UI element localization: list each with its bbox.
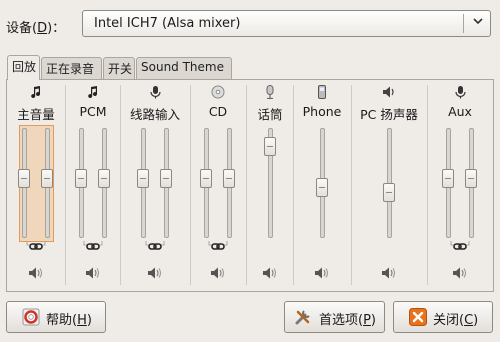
channel-label: CD (208, 104, 228, 119)
mute-speaker-icon[interactable] (147, 266, 163, 280)
volume-slider-thumb[interactable] (200, 168, 212, 188)
tab-switches[interactable]: 开关 (103, 57, 135, 79)
channel-label: 话筒 (257, 107, 283, 122)
channel-strip: 线路输入 (120, 80, 190, 291)
volume-slider-thumb[interactable] (41, 168, 53, 188)
volume-slider-thumb[interactable] (98, 168, 110, 188)
channel-label: 主音量 (17, 107, 55, 122)
combo-separator (463, 14, 464, 33)
volume-slider-thumb[interactable] (465, 168, 477, 188)
help-lifebuoy-icon (22, 308, 40, 326)
volume-slider-thumb[interactable] (442, 168, 454, 188)
channel-strip: PC 扬声器 (351, 80, 427, 291)
volume-slider-thumb[interactable] (264, 137, 276, 157)
mute-speaker-icon[interactable] (381, 266, 397, 280)
channel-strip: PCM (65, 80, 120, 291)
microphone-stand-icon (263, 85, 277, 100)
tab-label: 回放 (12, 60, 37, 74)
microphone-icon (453, 85, 467, 99)
chain-lock-icon[interactable] (83, 241, 103, 251)
preferences-label: 首选项(P) (319, 313, 376, 328)
tab-label: 正在录音 (46, 62, 95, 76)
device-combobox[interactable]: Intel ICH7 (Alsa mixer) (82, 10, 491, 37)
channel-strip: 主音量 (7, 80, 65, 291)
music-note-icon (86, 85, 100, 99)
channel-label: PC 扬声器 (360, 107, 418, 122)
close-icon (409, 308, 427, 326)
tab-label: Sound Theme (141, 60, 224, 74)
volume-slider-thumb[interactable] (137, 168, 149, 188)
speaker-icon (382, 85, 396, 99)
channel-strip: 话筒 (246, 80, 293, 291)
chevron-down-icon (472, 15, 484, 30)
tab-sound-theme[interactable]: Sound Theme (136, 57, 232, 79)
volume-slider-thumb[interactable] (316, 178, 328, 198)
tab-recording[interactable]: 正在录音 (41, 57, 102, 79)
mute-speaker-icon[interactable] (85, 266, 101, 280)
mixer-panel: 主音量 PCM 线路输入 CD 话筒 Phone PC 扬声器 Aux (6, 79, 494, 292)
channel-label: 线路输入 (129, 107, 181, 122)
channel-label: PCM (79, 104, 107, 119)
channel-label: Phone (302, 104, 342, 119)
channel-strip: Aux (427, 80, 493, 291)
preferences-button[interactable]: 首选项(P) (284, 301, 385, 333)
channel-strip: Phone (293, 80, 351, 291)
device-label: 设备(D)： (6, 21, 66, 36)
mute-speaker-icon[interactable] (210, 266, 226, 280)
phone-icon (315, 85, 329, 99)
mute-speaker-icon[interactable] (262, 266, 278, 280)
tools-icon (294, 308, 312, 326)
chain-lock-icon[interactable] (208, 241, 228, 251)
volume-slider-thumb[interactable] (223, 168, 235, 188)
music-note-icon (29, 85, 43, 99)
help-button[interactable]: 帮助(H) (6, 301, 106, 333)
help-label: 帮助(H) (46, 313, 92, 328)
cd-icon (211, 85, 225, 99)
channel-label: Aux (448, 104, 472, 119)
close-button[interactable]: 关闭(C) (393, 301, 493, 333)
mute-speaker-icon[interactable] (452, 266, 468, 280)
chain-lock-icon[interactable] (26, 241, 46, 251)
channel-strip: CD (190, 80, 246, 291)
device-value: Intel ICH7 (Alsa mixer) (94, 16, 241, 31)
mute-speaker-icon[interactable] (314, 266, 330, 280)
mute-speaker-icon[interactable] (28, 266, 44, 280)
tab-playback[interactable]: 回放 (7, 55, 40, 80)
volume-slider-thumb[interactable] (160, 168, 172, 188)
microphone-icon (148, 85, 162, 99)
volume-slider-thumb[interactable] (18, 168, 30, 188)
chain-lock-icon[interactable] (145, 241, 165, 251)
tab-label: 开关 (108, 62, 133, 76)
close-label: 关闭(C) (433, 313, 479, 328)
volume-slider-thumb[interactable] (75, 168, 87, 188)
chain-lock-icon[interactable] (450, 241, 470, 251)
volume-slider-thumb[interactable] (383, 182, 395, 202)
